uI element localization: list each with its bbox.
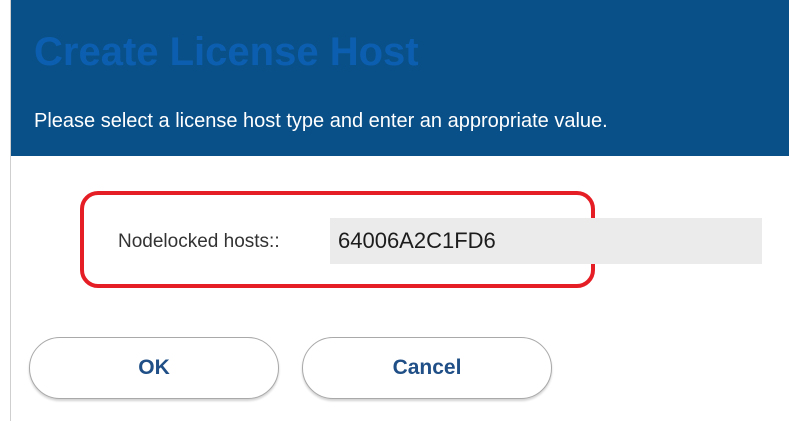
nodelocked-hosts-input[interactable] [330,218,762,264]
cancel-button[interactable]: Cancel [302,337,552,399]
dialog-header: Create License Host Please select a lice… [11,0,789,156]
nodelocked-hosts-label: Nodelocked hosts:: [118,231,280,252]
ok-button[interactable]: OK [29,337,279,399]
dialog-subtitle: Please select a license host type and en… [34,110,608,132]
dialog-title: Create License Host [34,30,419,74]
create-license-host-dialog: Create License Host Please select a lice… [0,0,789,421]
